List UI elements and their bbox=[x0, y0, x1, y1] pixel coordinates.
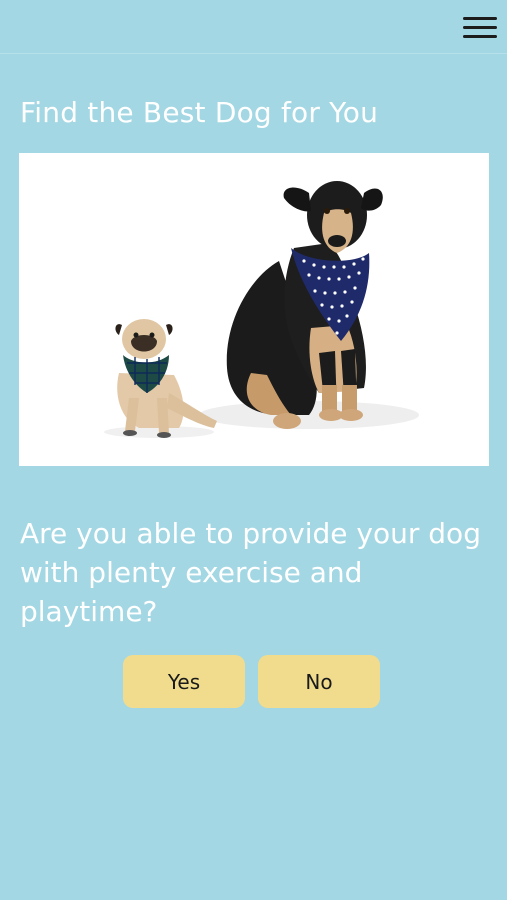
pug-dog bbox=[115, 319, 217, 438]
menu-line bbox=[463, 17, 497, 20]
question-text: Are you able to provide your dog with pl… bbox=[20, 517, 481, 628]
dogs-image bbox=[19, 153, 489, 466]
page-title: Find the Best Dog for You bbox=[20, 96, 379, 129]
yes-button[interactable]: Yes bbox=[123, 655, 245, 708]
no-button[interactable]: No bbox=[258, 655, 380, 708]
top-bar bbox=[0, 0, 507, 54]
hamburger-menu-icon[interactable] bbox=[463, 14, 497, 42]
big-dog bbox=[226, 181, 383, 429]
two-dogs-illustration bbox=[104, 181, 419, 438]
menu-line bbox=[463, 26, 497, 29]
menu-line bbox=[463, 35, 497, 38]
